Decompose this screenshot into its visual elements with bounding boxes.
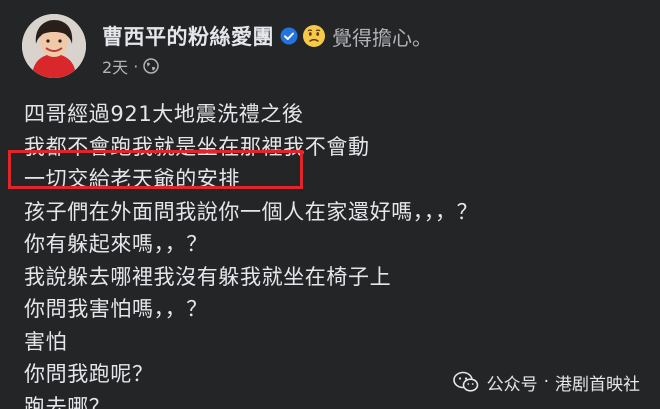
post-meta: 2天 · [102,54,160,78]
red-highlight-box [8,150,303,189]
wechat-watermark: 公众号 · 港剧首映社 [452,368,640,396]
page-name-link[interactable]: 曹西平的粉絲愛團 [102,21,274,51]
wechat-icon [452,371,479,393]
post-line: 你有躲起來嗎，，？ [24,232,208,256]
feeling-status: 覺得擔心。 [332,25,432,50]
avatar[interactable] [22,14,86,78]
avatar-image [22,14,86,78]
post-line: 四哥經過921大地震洗禮之後 [24,102,304,126]
post-line: 孩子們在外面問我說你一個人在家還好嗎，，，？ [24,199,479,224]
watermark-prefix: 公众号 [486,374,538,395]
post-timestamp[interactable]: 2天 [102,54,128,78]
post-header: 曹西平的粉絲愛團 覺得擔心。 [102,20,432,52]
globe-icon[interactable] [143,58,160,74]
watermark-separator: · [543,372,549,392]
facebook-post: 曹西平的粉絲愛團 覺得擔心。 2天 · 四哥經過921大地震洗禮之後 我都不會跑… [0,0,660,409]
verified-badge-icon [280,27,298,45]
post-body: 四哥經過921大地震洗禮之後 我都不會跑我就是坐在那裡我不會動 一切交給老天爺的… [24,98,644,409]
meta-separator: · [133,56,139,76]
watermark-name: 港剧首映社 [555,374,640,395]
post-line: 害怕 [24,329,68,354]
post-line: 你問我害怕嗎，，？ [24,297,208,321]
post-line: 我說躲去哪裡我沒有躲我就坐在椅子上 [24,264,392,289]
worried-face-icon [302,24,326,48]
